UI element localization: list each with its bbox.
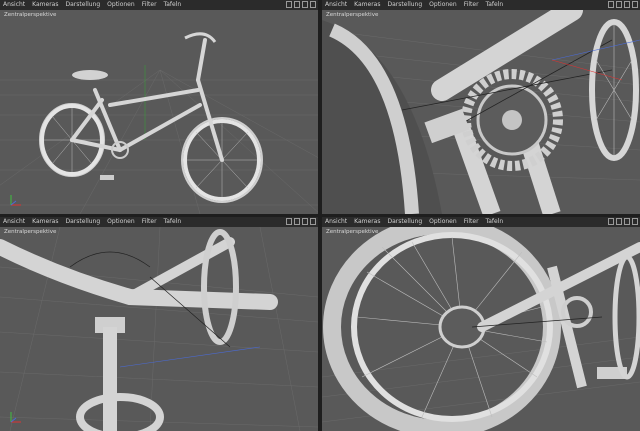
menu-darstellung[interactable]: Darstellung [387,0,422,10]
rotate-icon[interactable] [294,1,300,8]
axis-gizmo-icon [10,412,21,423]
viewport-camera-label: Zentralperspektive [4,12,57,18]
viewport-controls [608,218,638,225]
menu-darstellung[interactable]: Darstellung [65,217,100,227]
bike-scene-chainring [322,10,640,214]
menu-filter[interactable]: Filter [464,0,479,10]
menu-tafeln[interactable]: Tafeln [164,0,182,10]
viewport-top-left[interactable]: Ansicht Kameras Darstellung Optionen Fil… [0,0,318,214]
viewport-menubar: Ansicht Kameras Darstellung Optionen Fil… [322,217,640,227]
menu-ansicht[interactable]: Ansicht [325,0,347,10]
move-icon[interactable] [286,218,292,225]
menu-kameras[interactable]: Kameras [354,217,380,227]
menu-tafeln[interactable]: Tafeln [486,217,504,227]
viewport-controls [286,1,316,8]
viewport-bottom-left[interactable]: Ansicht Kameras Darstellung Optionen Fil… [0,217,318,431]
zoom-icon[interactable] [302,1,308,8]
viewport-controls [286,218,316,225]
menu-darstellung[interactable]: Darstellung [387,217,422,227]
menu-optionen[interactable]: Optionen [429,217,457,227]
bike-scene-full [0,32,318,214]
move-icon[interactable] [286,1,292,8]
rotate-icon[interactable] [616,1,622,8]
viewport-layout: Ansicht Kameras Darstellung Optionen Fil… [0,0,640,431]
rotate-icon[interactable] [294,218,300,225]
menu-optionen[interactable]: Optionen [429,0,457,10]
viewport-camera-label: Zentralperspektive [4,229,57,235]
menu-filter[interactable]: Filter [142,0,157,10]
axis-gizmo-icon [10,195,21,206]
move-icon[interactable] [608,1,614,8]
move-icon[interactable] [608,218,614,225]
viewport-controls [608,1,638,8]
menu-darstellung[interactable]: Darstellung [65,0,100,10]
menu-filter[interactable]: Filter [464,217,479,227]
rotate-icon[interactable] [616,218,622,225]
menu-kameras[interactable]: Kameras [32,217,58,227]
menu-tafeln[interactable]: Tafeln [164,217,182,227]
zoom-icon[interactable] [624,1,630,8]
menu-ansicht[interactable]: Ansicht [3,0,25,10]
viewport-menubar: Ansicht Kameras Darstellung Optionen Fil… [0,217,318,227]
menu-tafeln[interactable]: Tafeln [486,0,504,10]
menu-kameras[interactable]: Kameras [32,0,58,10]
viewport-camera-label: Zentralperspektive [326,12,379,18]
maximize-icon[interactable] [632,218,638,225]
viewport-menubar: Ansicht Kameras Darstellung Optionen Fil… [322,0,640,10]
menu-optionen[interactable]: Optionen [107,217,135,227]
maximize-icon[interactable] [632,1,638,8]
maximize-icon[interactable] [310,1,316,8]
viewport-camera-label: Zentralperspektive [326,229,379,235]
zoom-icon[interactable] [302,218,308,225]
bike-scene-rear-wheel [322,227,640,431]
menu-optionen[interactable]: Optionen [107,0,135,10]
zoom-icon[interactable] [624,218,630,225]
menu-ansicht[interactable]: Ansicht [3,217,25,227]
viewport-menubar: Ansicht Kameras Darstellung Optionen Fil… [0,0,318,10]
viewport-bottom-right[interactable]: Ansicht Kameras Darstellung Optionen Fil… [322,217,640,431]
menu-ansicht[interactable]: Ansicht [325,217,347,227]
menu-kameras[interactable]: Kameras [354,0,380,10]
menu-filter[interactable]: Filter [142,217,157,227]
viewport-top-right[interactable]: Ansicht Kameras Darstellung Optionen Fil… [322,0,640,214]
maximize-icon[interactable] [310,218,316,225]
bike-scene-handlebar [0,227,318,431]
